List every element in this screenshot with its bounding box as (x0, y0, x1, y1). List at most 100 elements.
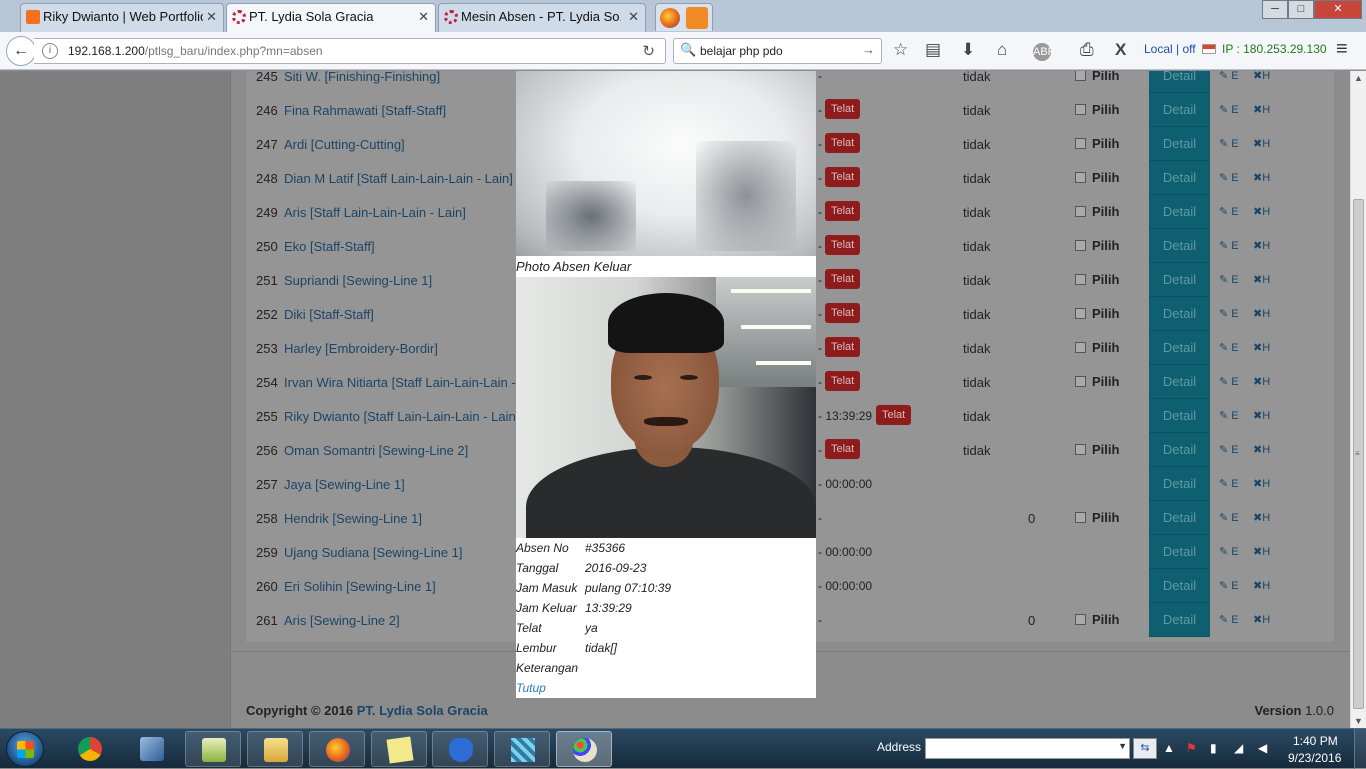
back-arrow-icon[interactable]: ← (6, 36, 36, 66)
hamburger-menu-icon[interactable]: ≡ (1336, 38, 1348, 61)
hapus-link[interactable]: ✖H (1253, 171, 1270, 184)
page-scrollbar[interactable]: ▲ ≡ ▼ (1350, 71, 1366, 728)
pilih-checkbox[interactable]: Pilih (1075, 306, 1119, 321)
pilih-checkbox[interactable]: Pilih (1075, 238, 1119, 253)
detail-button[interactable]: Detail (1149, 399, 1210, 433)
pilih-checkbox[interactable]: Pilih (1075, 272, 1119, 287)
employee-name-link[interactable]: Eri Solihin [Sewing-Line 1] (284, 579, 516, 594)
employee-name-link[interactable]: Aris [Sewing-Line 2] (284, 613, 516, 628)
employee-name-link[interactable]: Riky Dwianto [Staff Lain-Lain-Lain - Lai… (284, 409, 516, 424)
scroll-up-arrow-icon[interactable]: ▲ (1354, 73, 1363, 83)
bookmark-star-icon[interactable]: ☆ (893, 40, 908, 60)
checkbox-icon[interactable] (1075, 71, 1086, 81)
detail-button[interactable]: Detail (1149, 331, 1210, 365)
company-link[interactable]: PT. Lydia Sola Gracia (357, 703, 488, 718)
detail-button[interactable]: Detail (1149, 297, 1210, 331)
info-icon[interactable]: i (42, 43, 58, 59)
hapus-link[interactable]: ✖H (1253, 341, 1270, 354)
tab-riky-portfolio[interactable]: Riky Dwianto | Web Portfolio ✕ (20, 3, 224, 32)
checkbox-icon[interactable] (1075, 342, 1086, 353)
download-icon[interactable]: ⬇ (961, 40, 975, 60)
tutup-link[interactable]: Tutup (516, 681, 546, 695)
employee-name-link[interactable]: Harley [Embroidery-Bordir] (284, 341, 516, 356)
reload-icon[interactable]: ↻ (642, 42, 655, 60)
address-input[interactable]: ▼ (925, 738, 1130, 759)
show-desktop-button[interactable] (1354, 729, 1366, 769)
maximize-button[interactable]: □ (1288, 0, 1314, 19)
hapus-link[interactable]: ✖H (1253, 375, 1270, 388)
clock-date[interactable]: 9/23/2016 (1288, 751, 1341, 765)
employee-name-link[interactable]: Aris [Staff Lain-Lain-Lain - Lain] (284, 205, 516, 220)
pilih-checkbox[interactable]: Pilih (1075, 170, 1119, 185)
checkbox-icon[interactable] (1075, 206, 1086, 217)
pilih-checkbox[interactable]: Pilih (1075, 102, 1119, 117)
edit-link[interactable]: ✎ E (1219, 409, 1239, 422)
volume-icon[interactable]: ◀ (1258, 741, 1267, 755)
detail-button[interactable]: Detail (1149, 501, 1210, 535)
edit-link[interactable]: ✎ E (1219, 103, 1239, 116)
tray-expand-icon[interactable]: ▲ (1163, 741, 1175, 755)
adblock-icon[interactable]: ABP (1033, 43, 1055, 61)
edit-link[interactable]: ✎ E (1219, 477, 1239, 490)
employee-name-link[interactable]: Ujang Sudiana [Sewing-Line 1] (284, 545, 516, 560)
checkbox-icon[interactable] (1075, 614, 1086, 625)
hapus-link[interactable]: ✖H (1253, 71, 1270, 82)
employee-name-link[interactable]: Diki [Staff-Staff] (284, 307, 516, 322)
edit-link[interactable]: ✎ E (1219, 341, 1239, 354)
detail-button[interactable]: Detail (1149, 535, 1210, 569)
action-center-flag-icon[interactable]: ⚑ (1186, 741, 1197, 755)
close-icon[interactable]: ✕ (628, 4, 639, 30)
usb-device-icon[interactable]: ▮ (1210, 741, 1217, 755)
detail-button[interactable]: Detail (1149, 161, 1210, 195)
hapus-link[interactable]: ✖H (1253, 239, 1270, 252)
checkbox-icon[interactable] (1075, 172, 1086, 183)
edit-link[interactable]: ✎ E (1219, 205, 1239, 218)
print-icon[interactable]: ⎙ (1080, 40, 1094, 60)
edit-link[interactable]: ✎ E (1219, 511, 1239, 524)
pinned-tabs[interactable] (655, 3, 713, 31)
x-extension-icon[interactable]: X (1115, 40, 1126, 60)
employee-name-link[interactable]: Jaya [Sewing-Line 1] (284, 477, 516, 492)
hapus-link[interactable]: ✖H (1253, 273, 1270, 286)
checkbox-icon[interactable] (1075, 308, 1086, 319)
hapus-link[interactable]: ✖H (1253, 477, 1270, 490)
detail-button[interactable]: Detail (1149, 365, 1210, 399)
close-window-button[interactable]: ✕ (1314, 0, 1362, 19)
checkbox-icon[interactable] (1075, 444, 1086, 455)
taskbar-chrome[interactable] (62, 731, 118, 767)
taskbar-file-explorer[interactable] (247, 731, 303, 767)
detail-button[interactable]: Detail (1149, 229, 1210, 263)
employee-name-link[interactable]: Fina Rahmawati [Staff-Staff] (284, 103, 516, 118)
video-icon[interactable] (686, 7, 708, 29)
hapus-link[interactable]: ✖H (1253, 511, 1270, 524)
edit-link[interactable]: ✎ E (1219, 137, 1239, 150)
pilih-checkbox[interactable]: Pilih (1075, 71, 1119, 83)
close-icon[interactable]: ✕ (418, 4, 429, 30)
hapus-link[interactable]: ✖H (1253, 103, 1270, 116)
tab-lydia-sola-gracia[interactable]: PT. Lydia Sola Gracia ✕ (226, 3, 436, 32)
minimize-button[interactable]: ─ (1262, 0, 1288, 19)
hapus-link[interactable]: ✖H (1253, 613, 1270, 626)
edit-link[interactable]: ✎ E (1219, 239, 1239, 252)
taskbar-paint[interactable] (556, 731, 612, 767)
checkbox-icon[interactable] (1075, 376, 1086, 387)
employee-name-link[interactable]: Irvan Wira Nitiarta [Staff Lain-Lain-Lai… (284, 375, 516, 390)
edit-link[interactable]: ✎ E (1219, 613, 1239, 626)
detail-button[interactable]: Detail (1149, 603, 1210, 637)
edit-link[interactable]: ✎ E (1219, 375, 1239, 388)
url-text[interactable]: 192.168.1.200/ptlsg_baru/index.php?mn=ab… (68, 44, 323, 58)
detail-button[interactable]: Detail (1149, 433, 1210, 467)
taskbar-network-tool[interactable] (124, 731, 180, 767)
detail-button[interactable]: Detail (1149, 71, 1210, 93)
edit-link[interactable]: ✎ E (1219, 579, 1239, 592)
pilih-checkbox[interactable]: Pilih (1075, 340, 1119, 355)
pilih-checkbox[interactable]: Pilih (1075, 374, 1119, 389)
hapus-link[interactable]: ✖H (1253, 545, 1270, 558)
local-status[interactable]: Local | off (1144, 42, 1196, 56)
start-button[interactable] (6, 731, 44, 767)
employee-name-link[interactable]: Hendrik [Sewing-Line 1] (284, 511, 516, 526)
hapus-link[interactable]: ✖H (1253, 579, 1270, 592)
employee-name-link[interactable]: Oman Somantri [Sewing-Line 2] (284, 443, 516, 458)
detail-button[interactable]: Detail (1149, 263, 1210, 297)
clock-time[interactable]: 1:40 PM (1293, 734, 1338, 748)
